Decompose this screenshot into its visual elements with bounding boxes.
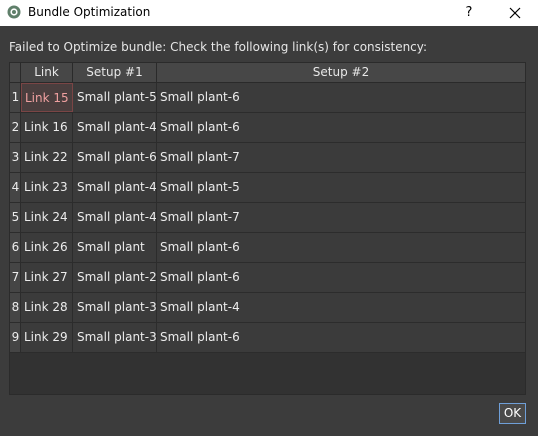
row-number: 9 [10, 323, 21, 352]
cell-setup-1[interactable]: Small plant-4 [73, 203, 157, 232]
cell-setup-1[interactable]: Small plant-4 [73, 113, 157, 142]
table-row[interactable]: 4 Link 23 Small plant-4 Small plant-5 [10, 173, 525, 203]
cell-setup-2[interactable]: Small plant-4 [157, 293, 525, 322]
table-row[interactable]: 6 Link 26 Small plant Small plant-6 [10, 233, 525, 263]
cell-link[interactable]: Link 27 [21, 263, 73, 292]
table-row[interactable]: 2 Link 16 Small plant-4 Small plant-6 [10, 113, 525, 143]
cell-link[interactable]: Link 29 [21, 323, 73, 352]
title-bar: Bundle Optimization ? [0, 0, 538, 26]
row-number: 1 [10, 83, 21, 112]
cell-link[interactable]: Link 26 [21, 233, 73, 262]
cell-setup-2[interactable]: Small plant-7 [157, 203, 525, 232]
window-title: Bundle Optimization [28, 5, 151, 19]
table-row[interactable]: 1 Link 15 Small plant-5 Small plant-6 [10, 83, 525, 113]
cell-setup-1[interactable]: Small plant-4 [73, 173, 157, 202]
table-header: Link Setup #1 Setup #2 [10, 63, 525, 83]
header-corner [10, 63, 21, 82]
ok-button[interactable]: OK [499, 403, 526, 424]
header-setup-2[interactable]: Setup #2 [157, 63, 525, 82]
row-number: 3 [10, 143, 21, 172]
cell-setup-2[interactable]: Small plant-6 [157, 113, 525, 142]
cell-link[interactable]: Link 23 [21, 173, 73, 202]
row-number: 2 [10, 113, 21, 142]
row-number: 4 [10, 173, 21, 202]
cell-setup-1[interactable]: Small plant-6 [73, 143, 157, 172]
cell-setup-2[interactable]: Small plant-6 [157, 83, 525, 112]
cell-setup-2[interactable]: Small plant-6 [157, 323, 525, 352]
cell-setup-1[interactable]: Small plant-2 [73, 263, 157, 292]
row-number: 6 [10, 233, 21, 262]
close-icon [509, 7, 521, 19]
cell-link[interactable]: Link 24 [21, 203, 73, 232]
cell-setup-2[interactable]: Small plant-7 [157, 143, 525, 172]
table-row[interactable]: 3 Link 22 Small plant-6 Small plant-7 [10, 143, 525, 173]
cell-link[interactable]: Link 16 [21, 113, 73, 142]
row-number: 5 [10, 203, 21, 232]
cell-setup-1[interactable]: Small plant-3 [73, 293, 157, 322]
cell-setup-1[interactable]: Small plant [73, 233, 157, 262]
app-logo-icon [7, 5, 21, 19]
cell-link[interactable]: Link 15 [21, 83, 73, 112]
cell-setup-2[interactable]: Small plant-6 [157, 233, 525, 262]
cell-link[interactable]: Link 22 [21, 143, 73, 172]
error-message: Failed to Optimize bundle: Check the fol… [9, 40, 428, 54]
table-row[interactable]: 5 Link 24 Small plant-4 Small plant-7 [10, 203, 525, 233]
help-button[interactable]: ? [454, 0, 484, 26]
close-button[interactable] [497, 0, 533, 26]
cell-setup-2[interactable]: Small plant-6 [157, 263, 525, 292]
cell-link[interactable]: Link 28 [21, 293, 73, 322]
table-row[interactable]: 7 Link 27 Small plant-2 Small plant-6 [10, 263, 525, 293]
table-row[interactable]: 9 Link 29 Small plant-3 Small plant-6 [10, 323, 525, 353]
header-link[interactable]: Link [21, 63, 73, 82]
cell-setup-2[interactable]: Small plant-5 [157, 173, 525, 202]
table-row[interactable]: 8 Link 28 Small plant-3 Small plant-4 [10, 293, 525, 323]
row-number: 8 [10, 293, 21, 322]
bundle-optimization-dialog: Bundle Optimization ? Failed to Optimize… [0, 0, 538, 436]
header-setup-1[interactable]: Setup #1 [73, 63, 157, 82]
cell-setup-1[interactable]: Small plant-5 [73, 83, 157, 112]
cell-setup-1[interactable]: Small plant-3 [73, 323, 157, 352]
links-table: Link Setup #1 Setup #2 1 Link 15 Small p… [9, 62, 526, 395]
row-number: 7 [10, 263, 21, 292]
